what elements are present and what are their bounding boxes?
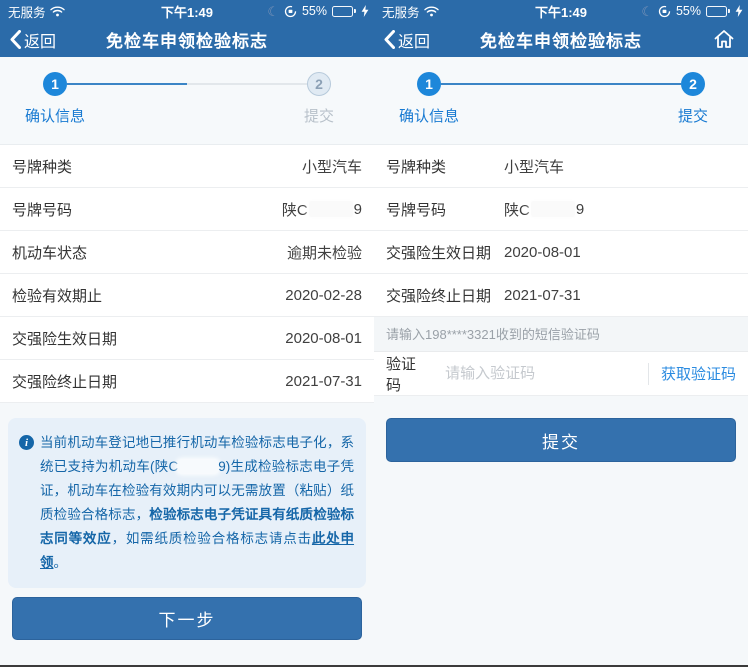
submit-button[interactable]: 提交 <box>386 418 736 462</box>
code-label: 验证码 <box>386 353 427 395</box>
row-insurance-start: 交强险生效日期 2020-08-01 <box>0 317 374 360</box>
row-label: 号牌种类 <box>12 156 72 177</box>
clock: 下午1:49 <box>0 2 374 21</box>
step-1-circle: 1 <box>417 72 441 96</box>
vehicle-info-list: 号牌种类 小型汽车 号牌号码 陕C 9 机动车状态 逾期未检验 检验有效期止 20… <box>0 145 374 403</box>
step-line-active <box>441 83 681 85</box>
row-label: 号牌号码 <box>12 199 72 220</box>
nav-bar: 返回 免检车申领检验标志 <box>374 22 748 57</box>
verification-code-input[interactable] <box>445 365 644 382</box>
step-1-label: 确认信息 <box>25 105 85 126</box>
page-title: 免检车申领检验标志 <box>374 27 748 52</box>
screen-confirm-info: 无服务 下午1:49 ☾ 55% <box>0 0 374 667</box>
redaction-smudge <box>178 460 218 473</box>
row-plate-type: 号牌种类 小型汽车 <box>0 145 374 188</box>
step-2-label: 提交 <box>678 105 708 126</box>
plate-suffix: 9 <box>576 201 584 218</box>
step-2-circle: 2 <box>307 72 331 96</box>
row-value: 2020-02-28 <box>285 287 362 304</box>
screen-submit: 无服务 下午1:49 ☾ 55% <box>374 0 748 667</box>
step-1-number: 1 <box>425 76 433 92</box>
back-button[interactable]: 返回 <box>0 28 56 52</box>
step-2-circle: 2 <box>681 72 705 96</box>
row-vehicle-status: 机动车状态 逾期未检验 <box>0 231 374 274</box>
get-code-button[interactable]: 获取验证码 <box>661 363 736 384</box>
step-2-label: 提交 <box>304 105 334 126</box>
row-label: 检验有效期止 <box>12 285 102 306</box>
back-label: 返回 <box>398 28 430 52</box>
row-plate-number: 号牌号码 陕C 9 <box>0 188 374 231</box>
back-chevron-icon <box>10 30 21 49</box>
row-inspection-expiry: 检验有效期止 2020-02-28 <box>0 274 374 317</box>
row-value: 2021-07-31 <box>504 287 581 304</box>
row-plate-number: 号牌号码 陕C 9 <box>374 188 748 231</box>
row-label: 号牌种类 <box>386 156 504 177</box>
status-bar: 无服务 下午1:49 ☾ 55% <box>374 0 748 22</box>
row-value: 2020-08-01 <box>504 244 581 261</box>
row-value: 小型汽车 <box>504 156 564 177</box>
e-certificate-notice: i当前机动车登记地已推行机动车检验标志电子化，系统已支持为机动车(陕C9)生成检… <box>8 418 366 588</box>
notice-text: 。 <box>54 555 68 570</box>
plate-prefix: 陕C <box>504 199 530 220</box>
info-icon: i <box>19 435 34 450</box>
page-title: 免检车申领检验标志 <box>0 27 374 52</box>
row-value: 2021-07-31 <box>285 373 362 390</box>
clock: 下午1:49 <box>374 2 748 21</box>
plate-prefix: 陕C <box>282 199 308 220</box>
vertical-divider <box>648 363 649 385</box>
back-button[interactable]: 返回 <box>374 28 430 52</box>
step-1-number: 1 <box>51 76 59 92</box>
plate-suffix: 9 <box>354 201 362 218</box>
nav-bar: 返回 免检车申领检验标志 <box>0 22 374 57</box>
row-insurance-start: 交强险生效日期 2020-08-01 <box>374 231 748 274</box>
row-value: 逾期未检验 <box>287 242 362 263</box>
row-value: 小型汽车 <box>302 156 362 177</box>
verification-code-row: 验证码 获取验证码 <box>374 352 748 396</box>
step-line-active <box>67 83 187 85</box>
back-label: 返回 <box>24 28 56 52</box>
top-bar: 无服务 下午1:49 ☾ 55% <box>0 0 374 57</box>
step-2-number: 2 <box>315 76 323 92</box>
row-insurance-end: 交强险终止日期 2021-07-31 <box>0 360 374 403</box>
row-label: 交强险生效日期 <box>12 328 117 349</box>
row-label: 交强险终止日期 <box>386 285 504 306</box>
status-bar: 无服务 下午1:49 ☾ 55% <box>0 0 374 22</box>
vehicle-info-list: 号牌种类 小型汽车 号牌号码 陕C 9 交强险生效日期 2020-08-01 交强… <box>374 145 748 317</box>
step-1-label: 确认信息 <box>399 105 459 126</box>
row-label: 交强险终止日期 <box>12 371 117 392</box>
row-insurance-end: 交强险终止日期 2021-07-31 <box>374 274 748 317</box>
step-line-idle <box>187 83 307 85</box>
two-screen-composite: 无服务 下午1:49 ☾ 55% <box>0 0 748 667</box>
step-1-circle: 1 <box>43 72 67 96</box>
row-plate-type: 号牌种类 小型汽车 <box>374 145 748 188</box>
top-bar: 无服务 下午1:49 ☾ 55% <box>374 0 748 57</box>
row-label: 机动车状态 <box>12 242 87 263</box>
row-label: 号牌号码 <box>386 199 504 220</box>
row-value: 2020-08-01 <box>285 330 362 347</box>
next-step-button[interactable]: 下一步 <box>12 597 362 640</box>
notice-text: ，如需纸质检验合格标志请点击 <box>112 531 312 546</box>
step-2-number: 2 <box>689 76 697 92</box>
redaction-smudge <box>531 201 575 217</box>
step-indicator: 1 2 确认信息 提交 <box>374 57 748 145</box>
back-chevron-icon <box>384 30 395 49</box>
row-label: 交强险生效日期 <box>386 242 504 263</box>
row-value: 陕C 9 <box>282 199 362 220</box>
home-icon <box>712 27 736 51</box>
redaction-smudge <box>309 201 353 217</box>
step-indicator: 1 2 确认信息 提交 <box>0 57 374 145</box>
sms-code-hint: 请输入198****3321收到的短信验证码 <box>374 317 748 352</box>
home-button[interactable] <box>712 27 736 51</box>
row-value: 陕C 9 <box>504 199 584 220</box>
